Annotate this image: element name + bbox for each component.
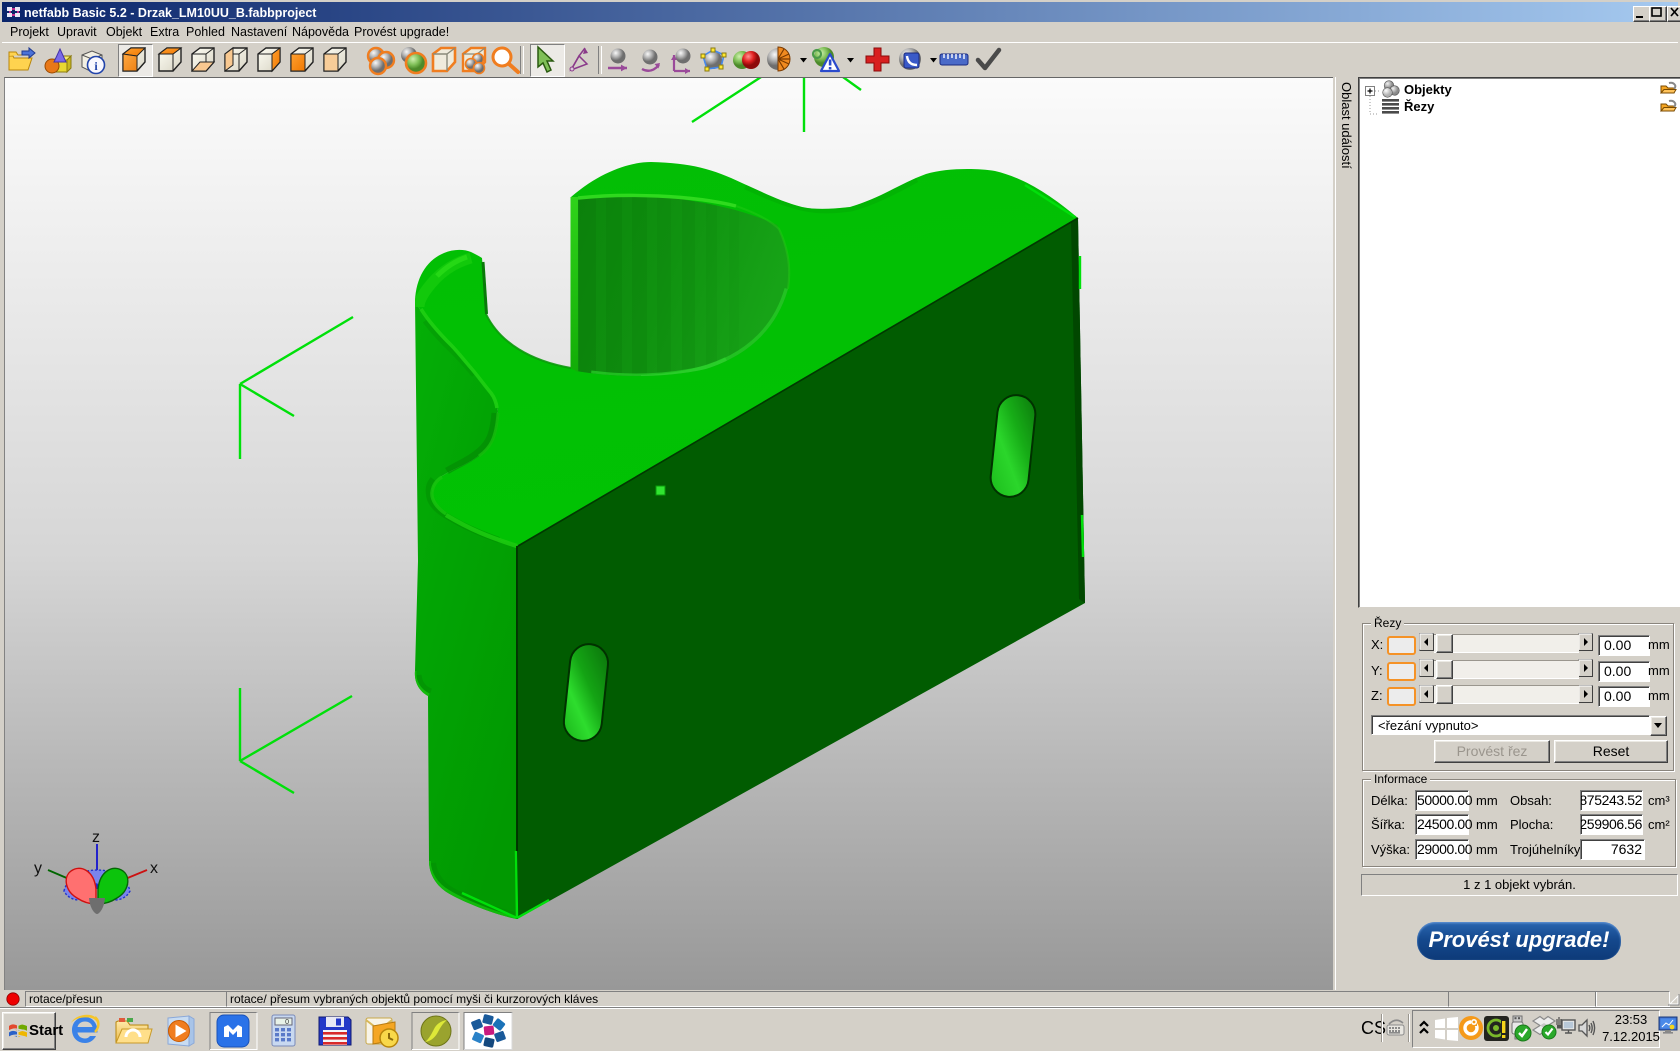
- svg-text:y: y: [34, 860, 42, 877]
- svg-text:z: z: [92, 829, 100, 846]
- svg-text:0: 0: [285, 1019, 289, 1026]
- svg-text:x: x: [150, 860, 158, 877]
